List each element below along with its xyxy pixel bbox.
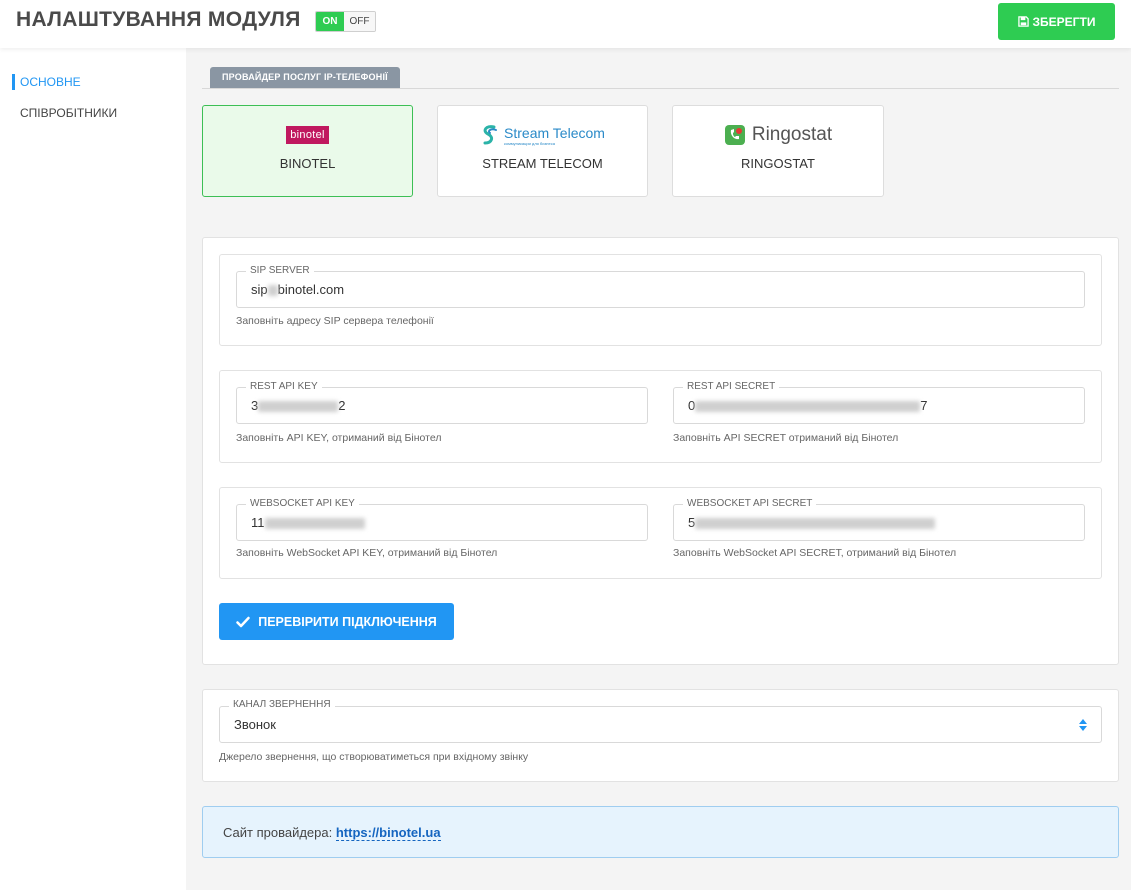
rest-api-key-hint: Заповніть API KEY, отриманий від Бінотел	[236, 432, 442, 444]
stream-logo-subtext: коммуникации для бизнеса	[504, 140, 555, 146]
rest-api-key-label: REST API KEY	[246, 381, 322, 393]
rest-api-secret-label: REST API SECRET	[683, 381, 780, 393]
sidebar: ОСНОВНЕ СПІВРОБІТНИКИ	[0, 48, 186, 890]
save-button-label: ЗБЕРЕГТИ	[1032, 14, 1096, 29]
tab-divider	[202, 88, 1119, 89]
ringostat-logo-text: Ringostat	[751, 124, 833, 145]
provider-info-box: Сайт провайдера: https://binotel.ua	[202, 806, 1119, 858]
ringostat-logo: Ringostat	[673, 122, 883, 148]
rest-secret-start: 0	[688, 398, 696, 413]
sip-server-input[interactable]: sip binotel.com	[236, 271, 1085, 308]
provider-site-text: Сайт провайдера: https://binotel.ua	[223, 825, 441, 841]
floppy-disk-icon	[1017, 16, 1029, 27]
provider-site-prefix: Сайт провайдера:	[223, 825, 336, 840]
provider-card-stream-telecom[interactable]: Stream Telecom коммуникации для бизнеса …	[437, 105, 648, 197]
page-title: НАЛАШТУВАННЯ МОДУЛЯ	[16, 8, 301, 31]
provider-name: STREAM TELECOM	[482, 156, 603, 171]
rest-key-start: 3	[251, 398, 259, 413]
toggle-on[interactable]: ON	[316, 12, 344, 31]
ws-secret-start: 5	[688, 515, 696, 530]
stream-swirl-icon	[483, 125, 498, 145]
stream-telecom-logo: Stream Telecom коммуникации для бизнеса	[438, 122, 647, 148]
channel-select[interactable]: Звонок	[219, 706, 1102, 743]
websocket-api-secret-hint: Заповніть WebSocket API SECRET, отримани…	[673, 547, 957, 559]
ws-key-start: 11	[251, 515, 265, 530]
websocket-api-key-hint: Заповніть WebSocket API KEY, отриманий в…	[236, 547, 498, 559]
provider-site-link[interactable]: https://binotel.ua	[335, 825, 441, 841]
provider-card-binotel[interactable]: binotel BINOTEL	[202, 105, 413, 197]
websocket-api-secret-label: WEBSOCKET API SECRET	[683, 498, 817, 510]
toggle-off[interactable]: OFF	[344, 12, 375, 31]
channel-hint: Джерело звернення, що створюватиметься п…	[219, 751, 529, 763]
redacted-blur	[267, 285, 278, 297]
tab-provider[interactable]: ПРОВАЙДЕР ПОСЛУГ IP-ТЕЛЕФОНІЇ	[210, 67, 400, 88]
sidebar-item-main[interactable]: ОСНОВНЕ	[12, 74, 81, 90]
websocket-api-key-label: WEBSOCKET API KEY	[246, 498, 359, 510]
redacted-blur	[695, 518, 936, 530]
provider-card-ringostat[interactable]: Ringostat RINGOSTAT	[672, 105, 884, 197]
select-arrows-icon	[1079, 719, 1087, 731]
provider-name: BINOTEL	[279, 156, 336, 171]
sip-value-prefix: sip	[251, 282, 268, 297]
sip-value-suffix: binotel.com	[277, 282, 345, 297]
redacted-blur	[695, 401, 921, 413]
sidebar-item-employees[interactable]: СПІВРОБІТНИКИ	[12, 105, 117, 121]
check-connection-button[interactable]: ПЕРЕВІРИТИ ПІДКЛЮЧЕННЯ	[219, 603, 454, 640]
stream-logo-text: Stream Telecom	[504, 124, 605, 141]
redacted-blur	[264, 518, 365, 530]
rest-key-end: 2	[338, 398, 346, 413]
top-bar: НАЛАШТУВАННЯ МОДУЛЯ ON OFF ЗБЕРЕГТИ	[0, 0, 1131, 48]
binotel-logo: binotel	[203, 122, 412, 148]
rest-secret-end: 7	[920, 398, 928, 413]
checkmark-icon	[236, 616, 250, 627]
check-connection-label: ПЕРЕВІРИТИ ПІДКЛЮЧЕННЯ	[258, 614, 437, 629]
module-toggle[interactable]: ON OFF	[315, 11, 376, 32]
channel-value: Звонок	[234, 717, 276, 732]
redacted-blur	[258, 401, 339, 413]
ringostat-icon	[724, 125, 745, 145]
binotel-logo-text: binotel	[286, 126, 329, 144]
provider-name: RINGOSTAT	[741, 156, 815, 171]
rest-api-secret-hint: Заповніть API SECRET отриманий від Бінот…	[673, 432, 899, 444]
sip-server-hint: Заповніть адресу SIP сервера телефонії	[236, 315, 434, 327]
channel-label: КАНАЛ ЗВЕРНЕННЯ	[229, 699, 335, 711]
sip-server-label: SIP SERVER	[246, 265, 314, 277]
save-button[interactable]: ЗБЕРЕГТИ	[998, 3, 1115, 40]
